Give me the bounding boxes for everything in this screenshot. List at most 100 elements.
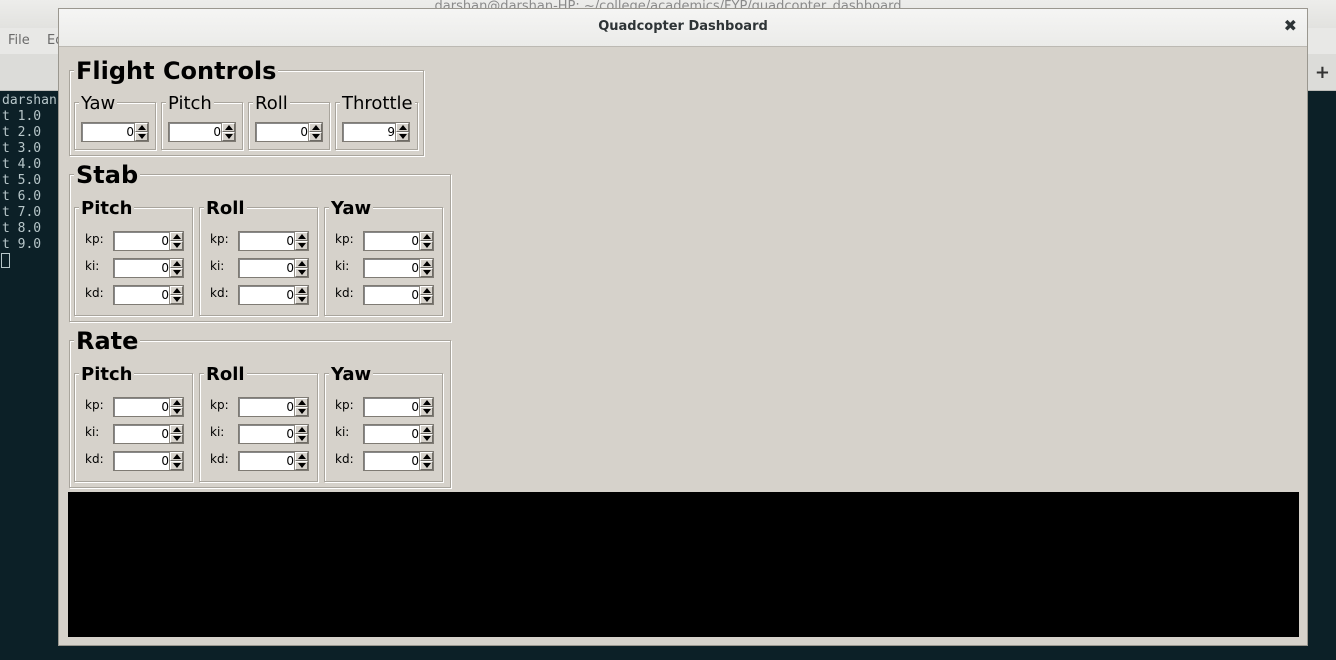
- spin-up-icon[interactable]: [295, 425, 308, 434]
- rate-yaw-kd-spinbox[interactable]: 0: [363, 451, 434, 471]
- spin-down-icon[interactable]: [170, 295, 183, 304]
- terminal-line: t 2.0: [2, 125, 42, 140]
- rate-pitch-ki-spinbox[interactable]: 0: [113, 424, 184, 444]
- roll-control-value: 0: [300, 125, 308, 139]
- spin-up-icon[interactable]: [396, 123, 409, 132]
- spin-up-icon[interactable]: [222, 123, 235, 132]
- spin-up-icon[interactable]: [420, 398, 433, 407]
- throttle-control-value: 9: [387, 125, 395, 139]
- stab-roll-kd-spinbox[interactable]: 0: [238, 285, 309, 305]
- spin-down-icon[interactable]: [420, 268, 433, 277]
- spin-down-icon[interactable]: [295, 241, 308, 250]
- spin-down-icon[interactable]: [170, 241, 183, 250]
- spin-down-icon[interactable]: [170, 268, 183, 277]
- kd-label: kd:: [335, 286, 354, 300]
- spin-up-icon[interactable]: [295, 452, 308, 461]
- roll-control-label: Roll: [253, 93, 290, 114]
- spin-up-icon[interactable]: [420, 452, 433, 461]
- stab-pitch-kd-value: 0: [161, 288, 169, 302]
- spin-down-icon[interactable]: [170, 434, 183, 443]
- spin-up-icon[interactable]: [420, 259, 433, 268]
- spin-up-icon[interactable]: [295, 259, 308, 268]
- rate-roll-kp-value: 0: [286, 400, 294, 414]
- rate-roll-kd-spinbox[interactable]: 0: [238, 451, 309, 471]
- stab-pitch-kp-spinbox[interactable]: 0: [113, 231, 184, 251]
- rate-yaw-ki-spinbox[interactable]: 0: [363, 424, 434, 444]
- roll-control-frame: Roll 0: [248, 93, 330, 150]
- spin-up-icon[interactable]: [170, 452, 183, 461]
- add-tab-icon[interactable]: +: [1315, 62, 1330, 83]
- spin-down-icon[interactable]: [170, 461, 183, 470]
- stab-pitch-kd-spinbox[interactable]: 0: [113, 285, 184, 305]
- throttle-control-frame: Throttle 9: [335, 93, 418, 150]
- stab-yaw-kp-spinbox[interactable]: 0: [363, 231, 434, 251]
- menu-file[interactable]: File: [8, 33, 30, 48]
- spin-down-icon[interactable]: [420, 241, 433, 250]
- rate-yaw-kp-spinbox[interactable]: 0: [363, 397, 434, 417]
- rate-pitch-kd-spinbox[interactable]: 0: [113, 451, 184, 471]
- spin-up-icon[interactable]: [170, 232, 183, 241]
- terminal-line: t 1.0: [2, 109, 42, 124]
- stab-pitch-frame: Pitch kp: 0 ki: 0 kd: 0: [74, 198, 193, 316]
- rate-yaw-label: Yaw: [329, 364, 374, 385]
- rate-roll-kp-spinbox[interactable]: 0: [238, 397, 309, 417]
- stab-pitch-kp-value: 0: [161, 234, 169, 248]
- spin-down-icon[interactable]: [295, 268, 308, 277]
- stab-pitch-ki-spinbox[interactable]: 0: [113, 258, 184, 278]
- kd-label: kd:: [210, 452, 229, 466]
- spin-down-icon[interactable]: [420, 461, 433, 470]
- spin-down-icon[interactable]: [295, 295, 308, 304]
- spin-up-icon[interactable]: [170, 425, 183, 434]
- spin-down-icon[interactable]: [396, 132, 409, 141]
- kd-label: kd:: [85, 286, 104, 300]
- spin-down-icon[interactable]: [295, 461, 308, 470]
- terminal-line: darshan: [2, 93, 57, 108]
- spin-up-icon[interactable]: [420, 425, 433, 434]
- spin-down-icon[interactable]: [222, 132, 235, 141]
- spin-up-icon[interactable]: [170, 398, 183, 407]
- output-console[interactable]: [68, 492, 1299, 637]
- spin-down-icon[interactable]: [420, 407, 433, 416]
- spin-up-icon[interactable]: [420, 232, 433, 241]
- kd-label: kd:: [335, 452, 354, 466]
- spin-up-icon[interactable]: [170, 286, 183, 295]
- rate-roll-kd-value: 0: [286, 454, 294, 468]
- spin-up-icon[interactable]: [420, 286, 433, 295]
- throttle-control-spinbox[interactable]: 9: [342, 122, 410, 142]
- rate-pitch-kp-spinbox[interactable]: 0: [113, 397, 184, 417]
- stab-yaw-kp-value: 0: [411, 234, 419, 248]
- pitch-control-spinbox[interactable]: 0: [168, 122, 236, 142]
- spin-up-icon[interactable]: [309, 123, 322, 132]
- rate-roll-ki-spinbox[interactable]: 0: [238, 424, 309, 444]
- spin-up-icon[interactable]: [295, 398, 308, 407]
- spin-up-icon[interactable]: [135, 123, 148, 132]
- ki-label: ki:: [85, 425, 100, 439]
- spin-down-icon[interactable]: [295, 434, 308, 443]
- spin-down-icon[interactable]: [135, 132, 148, 141]
- stab-yaw-kd-spinbox[interactable]: 0: [363, 285, 434, 305]
- yaw-control-value: 0: [126, 125, 134, 139]
- terminal-line: t 3.0: [2, 141, 42, 156]
- terminal-line: t 6.0: [2, 189, 42, 204]
- spin-up-icon[interactable]: [295, 286, 308, 295]
- window-titlebar[interactable]: Quadcopter Dashboard ✖: [59, 9, 1307, 47]
- stab-roll-ki-spinbox[interactable]: 0: [238, 258, 309, 278]
- spin-down-icon[interactable]: [170, 407, 183, 416]
- throttle-control-label: Throttle: [340, 93, 415, 114]
- spin-down-icon[interactable]: [420, 295, 433, 304]
- roll-control-spinbox[interactable]: 0: [255, 122, 323, 142]
- rate-yaw-kd-value: 0: [411, 454, 419, 468]
- spin-down-icon[interactable]: [309, 132, 322, 141]
- kd-label: kd:: [210, 286, 229, 300]
- stab-roll-kp-value: 0: [286, 234, 294, 248]
- close-icon[interactable]: ✖: [1284, 17, 1297, 35]
- rate-frame: Rate Pitch kp: 0 ki: 0 kd: 0 Roll kp: 0 …: [69, 327, 451, 488]
- stab-yaw-kd-value: 0: [411, 288, 419, 302]
- spin-down-icon[interactable]: [295, 407, 308, 416]
- yaw-control-spinbox[interactable]: 0: [81, 122, 149, 142]
- spin-down-icon[interactable]: [420, 434, 433, 443]
- stab-roll-kp-spinbox[interactable]: 0: [238, 231, 309, 251]
- spin-up-icon[interactable]: [295, 232, 308, 241]
- stab-yaw-ki-spinbox[interactable]: 0: [363, 258, 434, 278]
- spin-up-icon[interactable]: [170, 259, 183, 268]
